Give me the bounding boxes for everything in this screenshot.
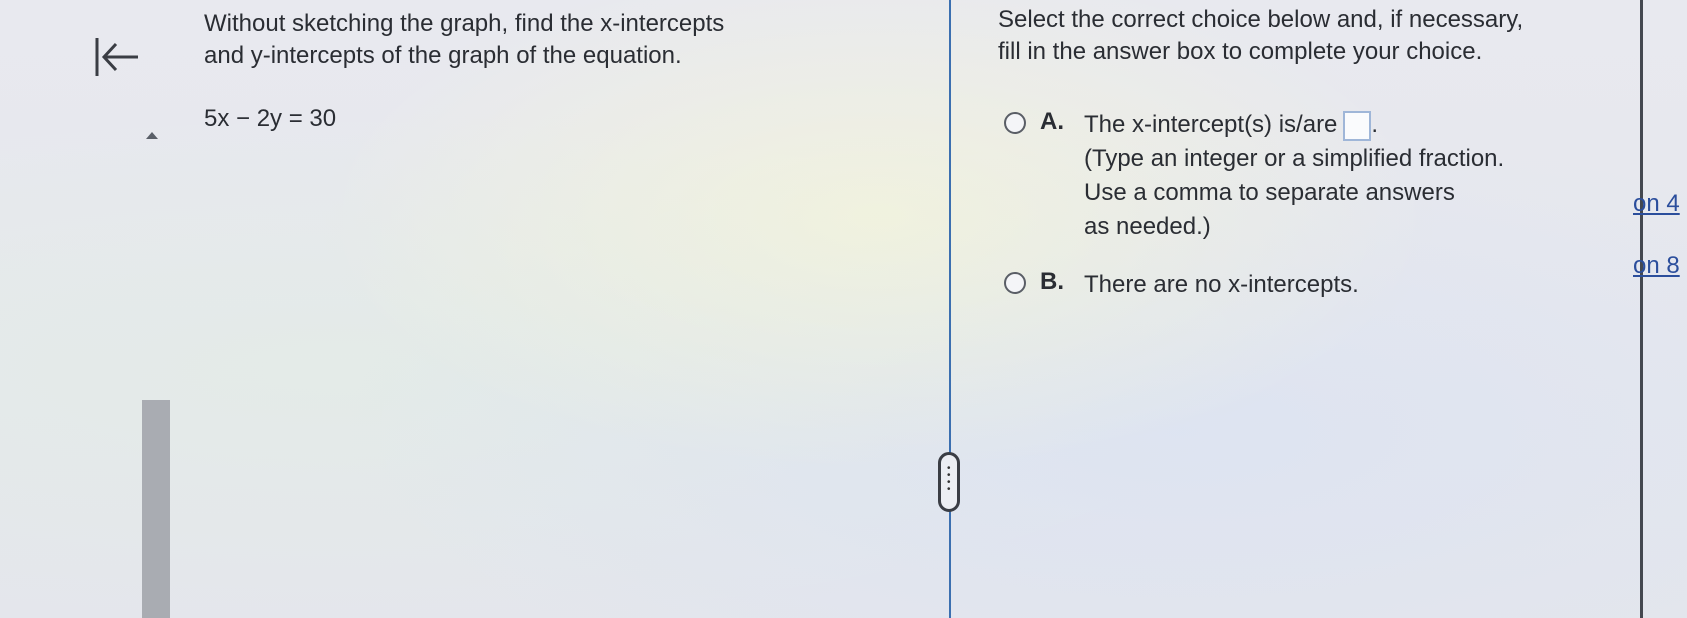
grip-dots-icon: • • • •: [947, 463, 951, 495]
x-intercept-answer-box[interactable]: [1343, 110, 1372, 141]
question-pane: Without sketching the graph, find the x-…: [204, 8, 944, 72]
question-text: Without sketching the graph, find the x-…: [204, 8, 944, 72]
pane-divider: [949, 0, 951, 618]
scrollbar-thumb[interactable]: [142, 400, 170, 618]
instruction-line-2: fill in the answer box to complete your …: [998, 38, 1483, 65]
equation: 5x − 2y = 30: [204, 105, 337, 132]
instruction-text: Select the correct choice below and, if …: [998, 4, 1598, 68]
choice-a-hint-2: Use a comma to separate answers: [1084, 179, 1455, 206]
choice-a-hint-3: as needed.): [1084, 213, 1211, 240]
choice-a-hint-1: (Type an integer or a simplified fractio…: [1084, 145, 1505, 172]
choice-b-letter: B.: [1040, 268, 1064, 295]
choice-a-radio[interactable]: [1004, 112, 1026, 134]
choice-a-period: .: [1371, 111, 1379, 138]
pane-resize-handle[interactable]: • • • •: [938, 452, 960, 512]
choice-a-body: The x-intercept(s) is/are. (Type an inte…: [1084, 108, 1504, 244]
question-line-1: Without sketching the graph, find the x-…: [204, 10, 725, 37]
answer-pane: Select the correct choice below and, if …: [998, 4, 1598, 68]
instruction-line-1: Select the correct choice below and, if …: [998, 6, 1524, 33]
question-line-2: and y-intercepts of the graph of the equ…: [204, 42, 682, 69]
choice-a[interactable]: A. The x-intercept(s) is/are. (Type an i…: [1004, 108, 1504, 244]
back-to-start-icon[interactable]: [92, 32, 142, 82]
choice-b-text: There are no x-intercepts.: [1084, 271, 1359, 298]
choice-b[interactable]: B. There are no x-intercepts.: [1004, 268, 1359, 302]
choice-b-radio[interactable]: [1004, 272, 1026, 294]
choice-a-text: The x-intercept(s) is/are: [1084, 111, 1338, 138]
choice-a-letter: A.: [1040, 108, 1064, 135]
right-side-panel: [1640, 0, 1687, 618]
side-link-1[interactable]: on 4: [1633, 190, 1687, 218]
scroll-up-arrow-icon[interactable]: [146, 132, 158, 139]
side-link-2[interactable]: on 8: [1633, 252, 1687, 280]
left-rail: [0, 0, 170, 618]
